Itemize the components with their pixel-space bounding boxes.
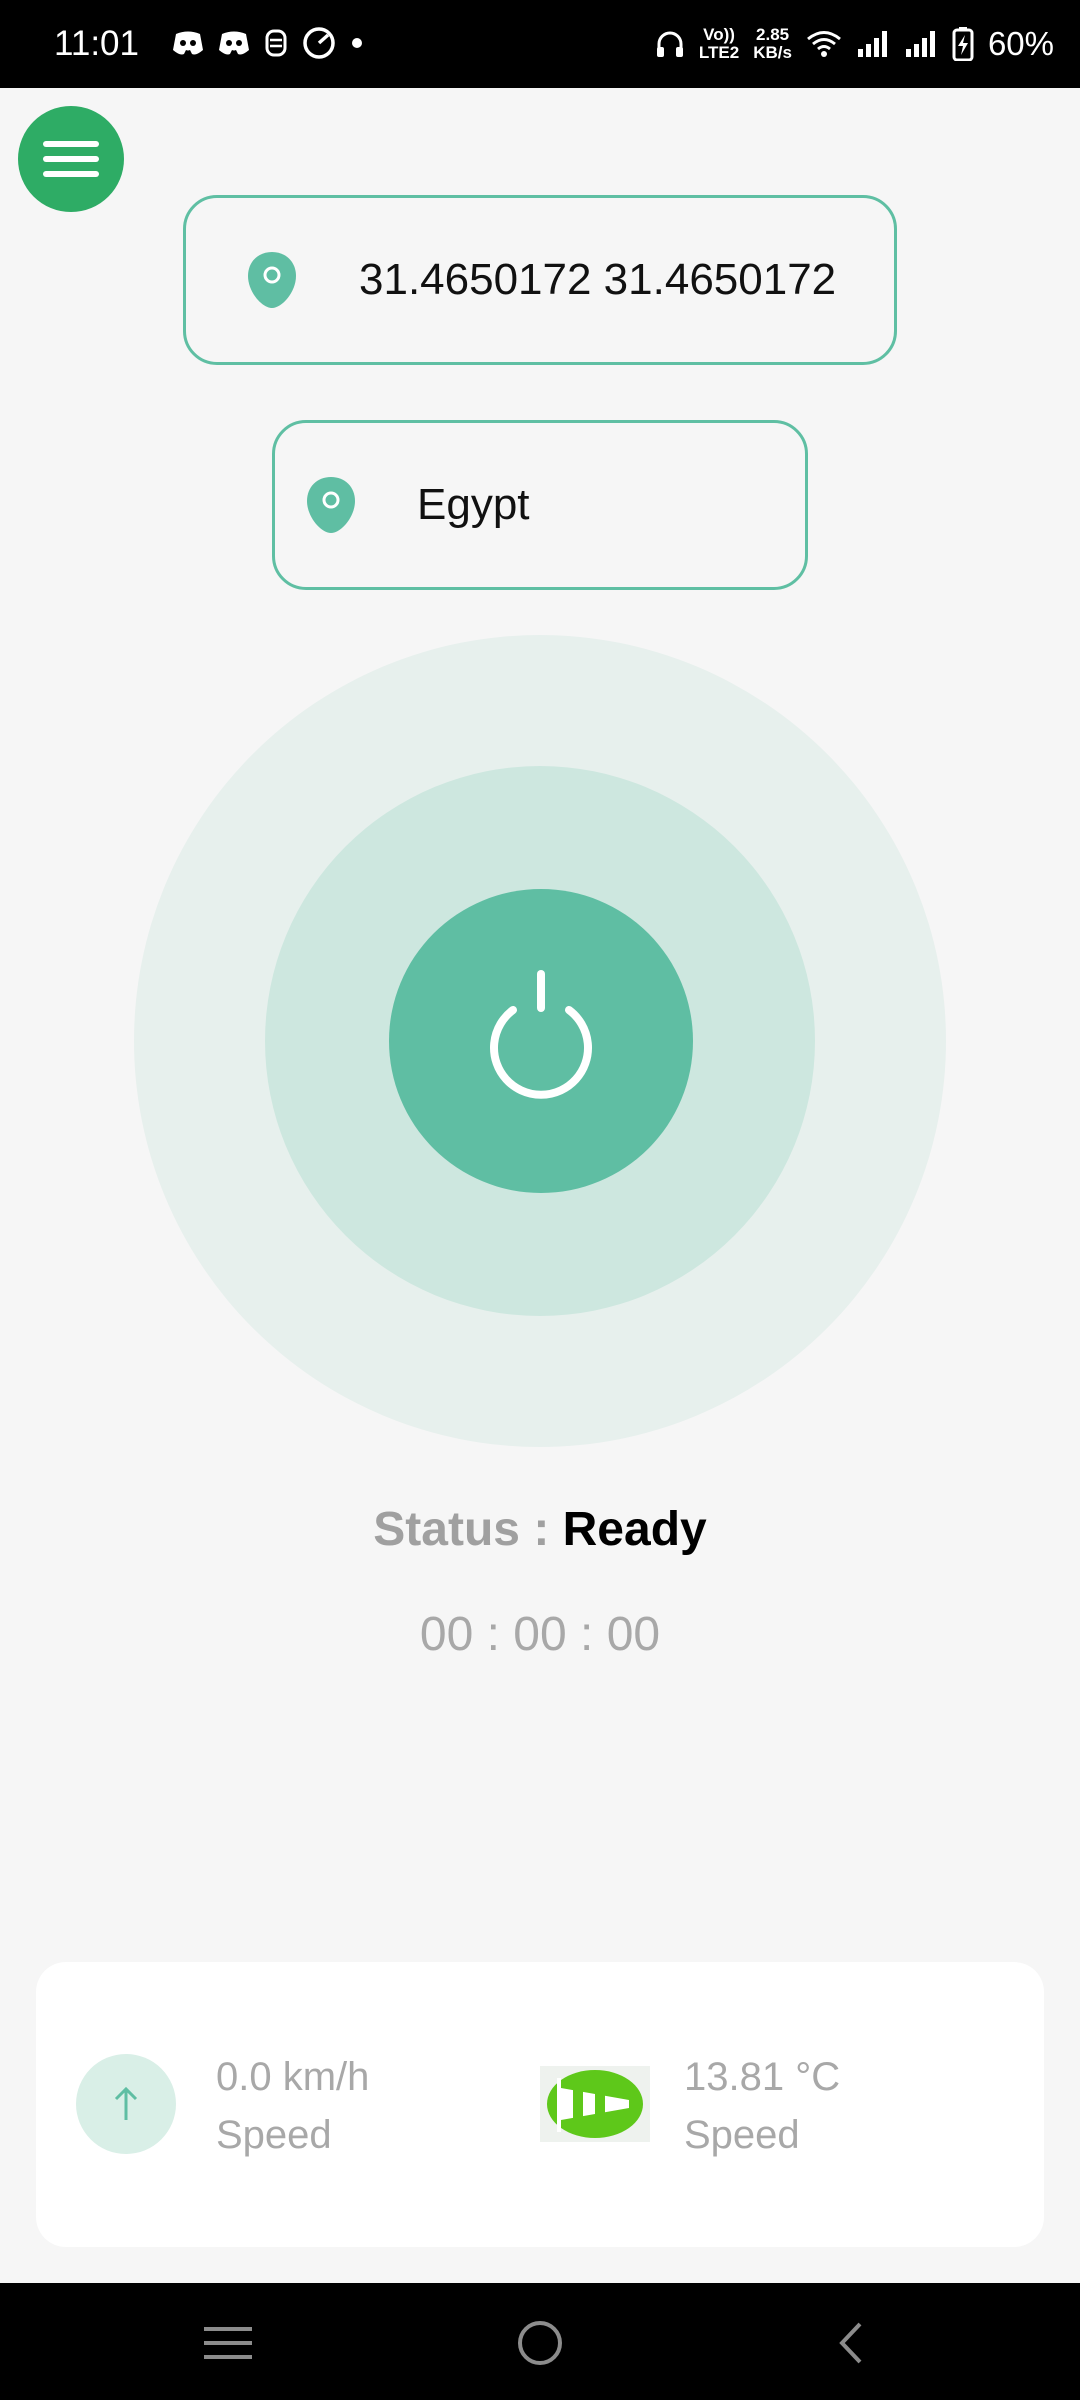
jio-icon [265, 29, 287, 57]
temperature-value: 13.81 °C [684, 2055, 841, 2099]
coordinates-text: 31.4650172 31.4650172 [359, 255, 837, 304]
headphones-icon [656, 31, 683, 57]
volte-indicator: Vo)) LTE2 [699, 26, 739, 62]
signal-icon [905, 31, 935, 57]
notification-icons [172, 26, 364, 60]
status-time: 11:01 [54, 24, 139, 63]
discord-icon [173, 31, 203, 55]
speedometer-icon [303, 27, 335, 59]
battery-percent: 60% [987, 25, 1054, 62]
status-line: Status : Ready [0, 1500, 1080, 1560]
home-button[interactable] [510, 2313, 570, 2373]
net-speed: 2.85 KB/s [753, 26, 792, 62]
country-pill[interactable]: Egypt [272, 420, 808, 590]
back-button[interactable] [820, 2313, 880, 2373]
battery-charging-icon [952, 27, 974, 61]
volte-bottom: LTE2 [698, 43, 740, 62]
location-pin-icon [248, 252, 296, 308]
speed-badge [76, 2054, 176, 2154]
coordinates-pill[interactable]: 31.4650172 31.4650172 [183, 195, 897, 365]
windsock-icon [547, 2070, 643, 2138]
temperature-label: Speed [684, 2113, 800, 2157]
home-icon [518, 2321, 562, 2365]
country-text: Egypt [417, 480, 530, 529]
volte-top: Vo)) [703, 25, 735, 44]
status-bar: 11:01 Vo)) LTE2 2.85 KB/s 60% [0, 0, 1080, 88]
stats-card: 0.0 km/h Speed 13.81 °C Speed [36, 1962, 1044, 2247]
hamburger-icon [43, 141, 99, 177]
windsock-badge [540, 2066, 650, 2142]
recents-button[interactable] [198, 2313, 258, 2373]
arrow-up-icon [114, 2086, 138, 2120]
speed-value: 0.0 km/h [216, 2055, 370, 2099]
system-indicators: Vo)) LTE2 2.85 KB/s 60% [655, 18, 1054, 70]
connection-timer: 00 : 00 : 00 [419, 1608, 661, 1661]
speed-label: Speed [216, 2113, 332, 2157]
power-icon [490, 970, 592, 1099]
net-speed-value: 2.85 [756, 25, 790, 44]
status-value: Ready [562, 1503, 707, 1556]
discord-icon [219, 31, 249, 55]
navigation-bar [0, 2283, 1080, 2400]
net-speed-unit: KB/s [753, 43, 792, 62]
wifi-icon [806, 31, 841, 57]
recents-icon [204, 2327, 252, 2359]
location-pin-icon [307, 477, 355, 533]
power-button[interactable] [389, 889, 693, 1193]
status-label: Status : [373, 1503, 563, 1556]
back-icon [839, 2322, 862, 2364]
menu-button[interactable] [18, 106, 124, 212]
dot-icon [352, 38, 362, 48]
signal-icon [857, 31, 887, 57]
